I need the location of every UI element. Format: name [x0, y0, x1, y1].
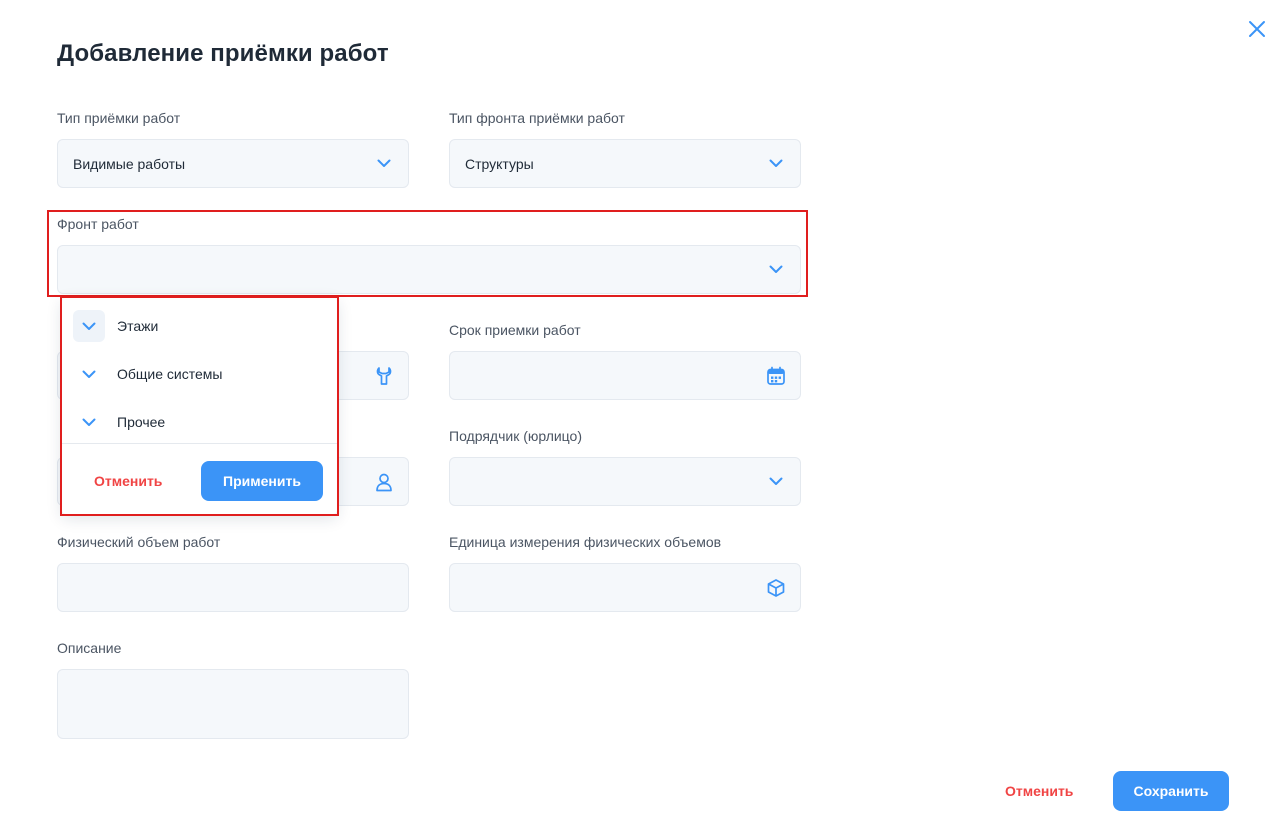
- dropdown-item-other[interactable]: Прочее: [62, 402, 337, 442]
- contractor-select[interactable]: [449, 457, 801, 506]
- dropdown-item-label: Общие системы: [117, 366, 223, 382]
- deadline-label: Срок приемки работ: [449, 322, 581, 338]
- unit-label: Единица измерения физических объемов: [449, 534, 722, 550]
- unit-input[interactable]: [449, 563, 801, 612]
- front-select[interactable]: [57, 245, 801, 294]
- work-type-select[interactable]: Видимые работы: [57, 139, 409, 188]
- chevron-down-icon[interactable]: [73, 406, 105, 438]
- chevron-down-icon: [374, 154, 394, 174]
- calendar-icon: [766, 366, 786, 386]
- work-type-label: Тип приёмки работ: [57, 110, 181, 126]
- physical-volume-label: Физический объем работ: [57, 534, 221, 550]
- save-button[interactable]: Сохранить: [1113, 771, 1229, 811]
- close-button[interactable]: [1245, 17, 1269, 41]
- physical-volume-input[interactable]: [57, 563, 409, 612]
- front-dropdown: Этажи Общие системы Прочее Отменить Прим…: [62, 298, 337, 514]
- cancel-button[interactable]: Отменить: [1005, 783, 1073, 799]
- dropdown-apply-button[interactable]: Применить: [201, 461, 323, 501]
- close-icon: [1249, 21, 1265, 37]
- dropdown-item-label: Этажи: [117, 318, 159, 334]
- work-type-value: Видимые работы: [73, 155, 186, 172]
- dropdown-item-label: Прочее: [117, 414, 166, 430]
- chevron-down-icon: [766, 154, 786, 174]
- chevron-down-icon[interactable]: [73, 358, 105, 390]
- front-type-value: Структуры: [465, 155, 534, 172]
- front-type-label: Тип фронта приёмки работ: [449, 110, 625, 126]
- contractor-label: Подрядчик (юрлицо): [449, 428, 582, 444]
- dropdown-item-common-systems[interactable]: Общие системы: [62, 354, 337, 394]
- deadline-input[interactable]: [449, 351, 801, 400]
- dropdown-divider: [62, 443, 337, 444]
- person-icon: [374, 472, 394, 492]
- dropdown-cancel-button[interactable]: Отменить: [94, 473, 162, 489]
- dialog-title: Добавление приёмки работ: [57, 40, 389, 67]
- front-type-select[interactable]: Структуры: [449, 139, 801, 188]
- chevron-down-icon: [766, 472, 786, 492]
- chevron-down-icon[interactable]: [73, 310, 105, 342]
- description-textarea[interactable]: [57, 669, 409, 739]
- chevron-down-icon: [766, 260, 786, 280]
- cube-icon: [766, 578, 786, 598]
- wrench-icon: [374, 366, 394, 386]
- dropdown-item-floors[interactable]: Этажи: [62, 306, 337, 346]
- description-label: Описание: [57, 640, 122, 656]
- front-label: Фронт работ: [57, 216, 139, 232]
